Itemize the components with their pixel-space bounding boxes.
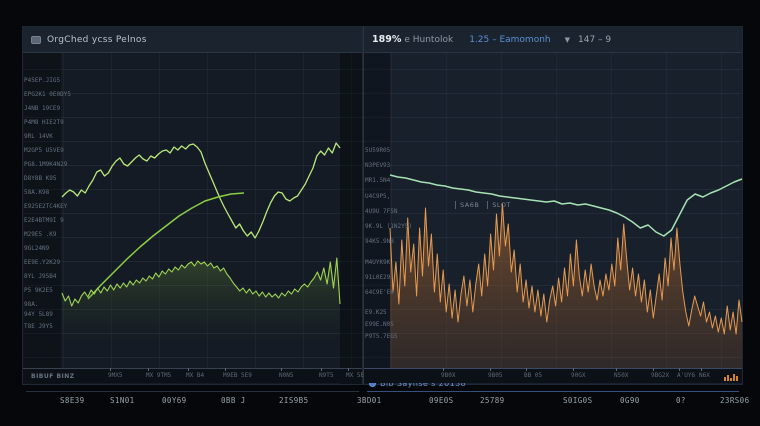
chevron-down-icon[interactable]: ▼ (565, 36, 570, 44)
y-axis-label: E9.K25 (365, 309, 387, 316)
x-axis-label: S8E39 (60, 396, 85, 405)
timeline-tick-label: 9B0X (441, 372, 455, 379)
x-axis-label: S1N01 (110, 396, 135, 405)
left-right-gutter (340, 53, 362, 384)
y-axis-label: P4M8 HIE2T9 (24, 119, 64, 126)
y-axis-label: T8E J9Y5 (24, 323, 53, 330)
y-axis-label: EE9E.Y2K29 (24, 259, 60, 266)
x-axis-label: 23RS06 (720, 396, 750, 405)
timeline-tick-label: MX B4 (186, 372, 204, 379)
y-axis-label: MR1.5N4 (365, 177, 390, 184)
header-percent-value: 189% (372, 34, 401, 45)
window-icon (31, 36, 41, 44)
header-stat-primary: 1.25 – Eamomonh (469, 35, 550, 45)
overlay-tag-1: SA6B (455, 201, 479, 209)
timeline-tick-label: 9BG2X (651, 372, 669, 379)
y-axis-label: M29E5 .K9 (24, 231, 57, 238)
x-axis-label: 2IS9B5 (279, 396, 309, 405)
y-axis-label: 9RL 14VK (24, 133, 53, 140)
y-axis-label: P5 9K2E5 (24, 287, 53, 294)
y-axis-label: E925E2TC4KEY (24, 203, 67, 210)
y-axis-label: EPG2K1 0E0DY5 (24, 91, 71, 98)
y-axis-label: 58A.K98 (24, 189, 49, 196)
y-axis-label: 4U9U 7F5N (365, 208, 398, 215)
y-axis-label: 5U59R05 (365, 147, 390, 154)
overlay-tag-2: SLOT (487, 201, 511, 209)
y-axis-label: 9GL24N9 (24, 245, 49, 252)
timeline-tick-label: M9EB 5E9 (223, 372, 252, 379)
left-panel-header: OrgChed ycss Pelnos (23, 27, 362, 53)
left-chart-panel: OrgChed ycss Pelnos Itne Sgcoyrce BIBUF … (22, 26, 363, 385)
right-footer-divider (367, 391, 739, 392)
left-timeline-label: BIBUF BINZ (31, 373, 75, 380)
timeline-tick-label: A'UY6 (677, 372, 695, 379)
right-panel-header: 189% e Huntolok 1.25 – Eamomonh ▼ 147 – … (364, 27, 742, 53)
timeline-tick-label: MX 9TM5 (146, 372, 171, 379)
right-chart-canvas[interactable]: Bib Saynse s 20138 9B0X9B05BB 0590GXN50X… (364, 53, 742, 384)
y-axis-label: U4C9P5, (365, 193, 390, 200)
y-axis-label: 94Y 5L89 (24, 311, 53, 318)
y-axis-label: 91L0E29 (365, 274, 390, 281)
timeline-tick-label: 90GX (571, 372, 585, 379)
x-axis-label: 09E0S (429, 396, 454, 405)
timeline-tick-label: N6X (699, 372, 710, 379)
y-axis-label: P45EP.JIG5 (24, 77, 60, 84)
y-axis-label: P9T5.7EG5 (365, 333, 398, 340)
y-axis-label: M4UYK9K (365, 259, 390, 266)
right-chart-panel: 189% e Huntolok 1.25 – Eamomonh ▼ 147 – … (363, 26, 743, 385)
x-axis-label: S0IG0S (563, 396, 593, 405)
y-axis-label: 8YL J95B4 (24, 273, 57, 280)
header-instrument-name: e Huntolok (404, 35, 453, 45)
left-panel-title: OrgChed ycss Pelnos (47, 35, 147, 45)
timeline-tick-label: N0N5 (279, 372, 293, 379)
timeline-tick-label: 9B05 (488, 372, 502, 379)
y-axis-label: 94K5.9NB (365, 238, 394, 245)
x-axis-label: 0? (676, 396, 686, 405)
chart-overlay-tags: SA6B SLOT (455, 201, 511, 209)
header-stat-secondary: 147 – 9 (578, 35, 611, 45)
timeline-tick-label: BB 05 (524, 372, 542, 379)
trading-dashboard: OrgChed ycss Pelnos Itne Sgcoyrce BIBUF … (0, 0, 760, 426)
x-axis-label: 0G90 (620, 396, 640, 405)
y-axis-label: M2GP5 U5VE9 (24, 147, 64, 154)
right-mini-timeline[interactable]: 9B0X 9B05 BB 05 90GX N50X 9BG2X A'UY6 N6X (364, 368, 742, 383)
left-mini-timeline[interactable]: BIBUF BINZ 9MX5 MX 9TM5 MX B4 M9EB 5E9 N0N5 N… (23, 368, 362, 383)
y-axis-label: N3PEV93 (365, 162, 390, 169)
x-axis-label: 00Y69 (162, 396, 187, 405)
timeline-tick-label: N9T5 (319, 372, 333, 379)
y-axis-label: E2E4BTM9I 9 (24, 217, 64, 224)
y-axis-label: 98A. (24, 301, 38, 308)
y-axis-label: D8Y8B K95 (24, 175, 57, 182)
y-axis-label: E99E.N05 (365, 321, 394, 328)
y-axis-label: 9K.9L (1N2Y5) (365, 223, 412, 230)
left-footer-divider (26, 391, 359, 392)
y-axis-label: 64C9E'E0 (365, 289, 394, 296)
left-chart-canvas[interactable]: Itne Sgcoyrce BIBUF BINZ 9MX5MX 9TM5MX B… (23, 53, 362, 384)
x-axis-label: 3BD01 (357, 396, 382, 405)
mini-bar-sparkline (724, 374, 738, 381)
y-axis-label: J4NB 19CE9 (24, 105, 60, 112)
timeline-tick-label: 9MX5 (108, 372, 122, 379)
x-axis-label: 25789 (480, 396, 505, 405)
y-axis-label: PG8.1M9K4N29 (24, 161, 67, 168)
timeline-tick-label: N50X (614, 372, 628, 379)
x-axis-label: 0BB J (221, 396, 246, 405)
